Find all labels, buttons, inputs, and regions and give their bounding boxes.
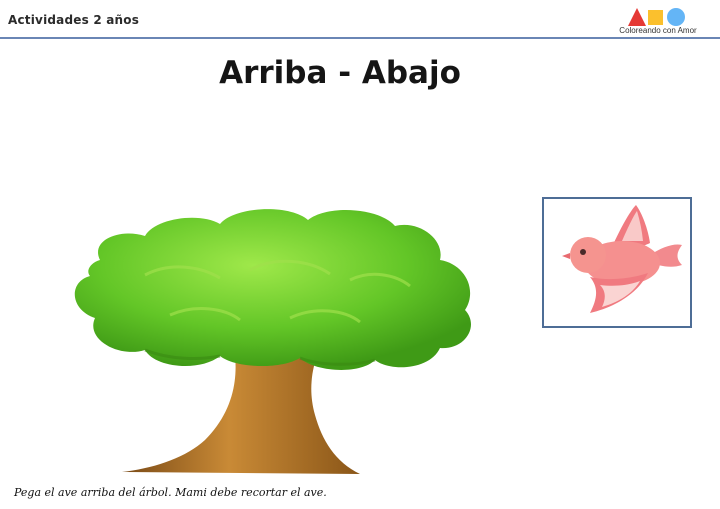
bird-cutout-frame [542,197,692,328]
instruction-text: Pega el ave arriba del árbol. Mami debe … [14,486,327,499]
brand-logo: Coloreando con Amor [608,6,708,36]
header-divider [0,37,720,39]
bird-illustration [562,205,682,313]
page-title: Arriba - Abajo [219,55,461,91]
brand-text: Coloreando con Amor [619,26,697,35]
brand-shapes-icon [628,8,685,26]
header-label: Actividades 2 años [8,13,140,27]
tree-illustration [74,209,471,474]
